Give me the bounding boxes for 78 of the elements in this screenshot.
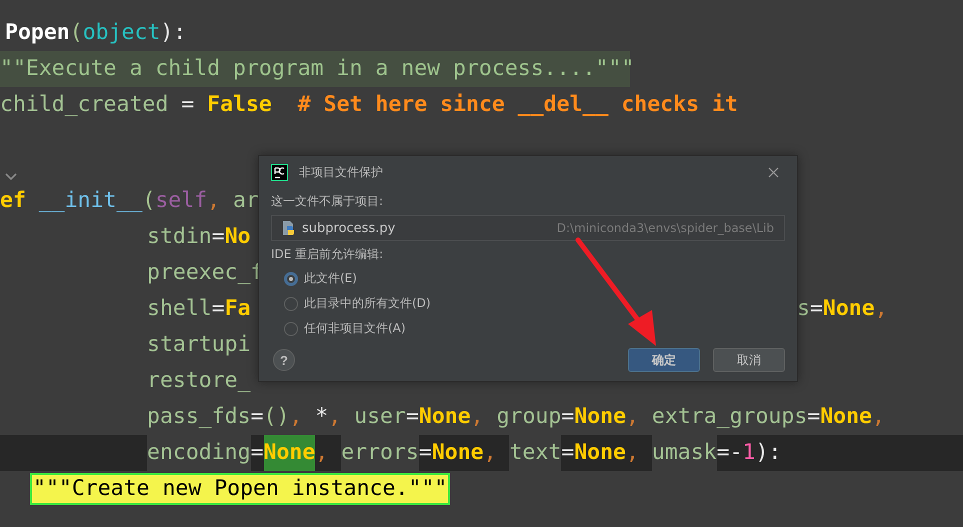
cancel-button[interactable]: 取消 (713, 348, 785, 372)
code-token: = (250, 439, 264, 467)
code-token: encoding (147, 435, 251, 471)
code-token: Fa (224, 295, 251, 323)
code-token: , (872, 403, 885, 431)
code-token: child_created (0, 91, 168, 119)
ok-button[interactable]: 确定 (628, 348, 700, 372)
code-token: None (418, 403, 471, 431)
code-token: None (822, 295, 875, 323)
code-token: # Set here since __del__ checks it (296, 91, 738, 119)
code-token: False (207, 91, 272, 119)
code-token: ): (160, 19, 186, 47)
code-token: = (212, 295, 225, 323)
code-token: None (432, 439, 484, 467)
code-token: None (820, 403, 872, 431)
code-token: , (207, 187, 220, 215)
help-button[interactable]: ? (273, 349, 295, 371)
code-token: ""Execute a child program in a new process....""" (0, 55, 634, 83)
code-token: shell (147, 295, 212, 323)
code-token: , (289, 403, 302, 431)
file-path: D:\miniconda3\envs\spider_base\Lib (556, 221, 774, 235)
code-token: ( (70, 19, 83, 47)
code-token: ef (0, 187, 26, 215)
file-name: subprocess.py (302, 220, 396, 236)
code-token: errors (341, 435, 419, 471)
code-token: ar (232, 187, 259, 215)
code-token: user (353, 403, 406, 431)
code-token: = (418, 439, 432, 467)
code-token: = (180, 91, 196, 119)
fold-chevron-icon[interactable] (4, 172, 18, 181)
code-token: = (807, 403, 820, 431)
code-token: , (626, 439, 640, 467)
code-token: __init__ (38, 187, 142, 215)
radio-option[interactable]: 此目录中的所有文件(D) (284, 295, 785, 312)
code-token: () (264, 403, 290, 431)
code-token: , (626, 403, 639, 431)
code-token: group (496, 403, 562, 431)
code-token: Popen (5, 19, 70, 47)
radio-option[interactable]: 任何非项目文件(A) (284, 320, 785, 337)
code-token: * (314, 403, 328, 431)
code-token: , (484, 439, 498, 467)
code-token: = (406, 403, 419, 431)
code-token: None (264, 435, 316, 471)
code-token: 1 (742, 439, 756, 467)
code-token: None (574, 403, 626, 431)
options-label: IDE 重启前允许编辑: (271, 246, 384, 263)
code-token: No (224, 223, 251, 251)
highlighted-docstring: """Create new Popen instance.""" (30, 473, 450, 505)
code-token: , (874, 295, 888, 323)
code-token: , (315, 439, 330, 467)
code-token: restore_ (147, 367, 251, 395)
code-token: umask (652, 435, 717, 471)
code-token: text (509, 435, 562, 471)
code-token: = (250, 403, 264, 431)
code-token: pass_fds (147, 403, 251, 431)
code-token: , (470, 403, 484, 431)
code-token: s (797, 295, 810, 323)
file-label: 这一文件不属于项目: (271, 193, 384, 210)
close-icon[interactable] (768, 166, 779, 178)
code-token: extra_groups (650, 403, 808, 431)
code-token: =- (716, 439, 743, 467)
code-token: ): (755, 439, 782, 467)
code-token: None (574, 439, 626, 467)
code-token: ( (142, 187, 156, 215)
code-token: stdin (147, 223, 212, 251)
python-file-icon (282, 220, 296, 236)
code-token: preexec_f (147, 259, 264, 287)
code-token: = (810, 295, 823, 323)
code-token: = (212, 223, 225, 251)
code-token: object (82, 19, 160, 47)
code-token: = (561, 403, 574, 431)
code-token: self (155, 187, 208, 215)
code-token: , (328, 403, 342, 431)
radio-option[interactable]: 此文件(E) (284, 270, 785, 287)
code-token: = (561, 439, 574, 467)
code-token: startupi (147, 331, 251, 359)
app-logo-icon (271, 164, 288, 180)
dialog-title: 非项目文件保护 (299, 164, 384, 180)
